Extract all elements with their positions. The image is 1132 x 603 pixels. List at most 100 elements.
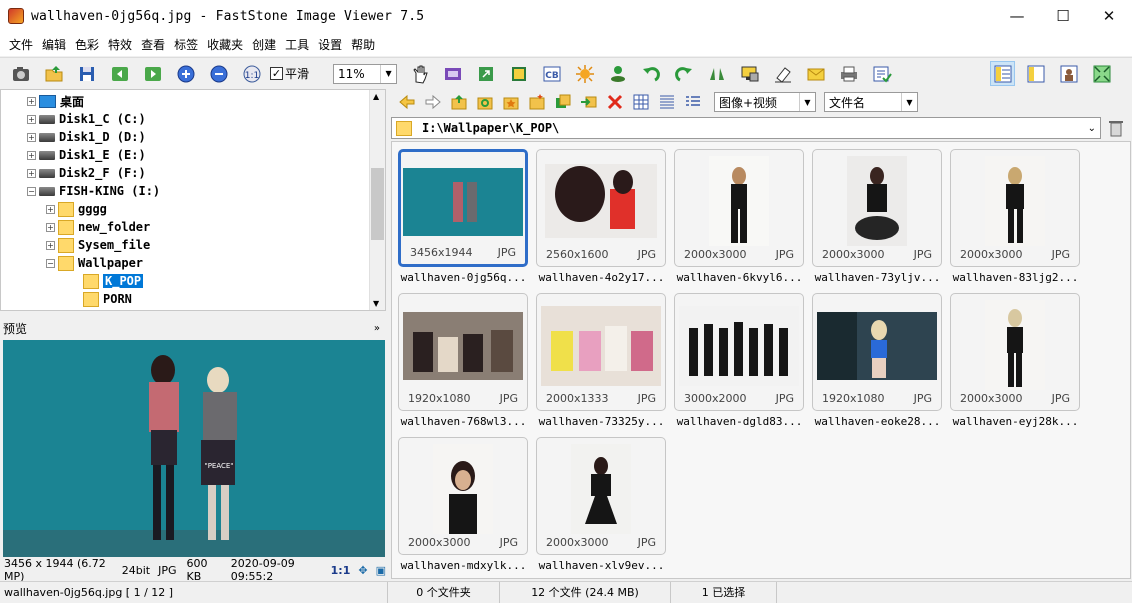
path-input[interactable]: I:\Wallpaper\K_POP\ (422, 121, 559, 135)
thumbnail-frame[interactable]: 2000x3000 JPG (812, 149, 942, 267)
email-button[interactable] (803, 61, 828, 86)
menu-view[interactable]: 查看 (138, 36, 171, 53)
tree-item-porn[interactable]: PORN (83, 290, 132, 308)
tree-scrollbar[interactable]: ▲ ▼ (369, 90, 385, 310)
actual-size-button[interactable]: 1:1 (239, 61, 264, 86)
filmstrip-button[interactable] (440, 61, 465, 86)
sort-select[interactable]: 文件名 ▼ (824, 92, 918, 112)
actual-size-ratio[interactable]: 1:1 (331, 564, 351, 577)
menu-settings[interactable]: 设置 (315, 36, 348, 53)
sharpen-button[interactable] (572, 61, 597, 86)
save-button[interactable] (74, 61, 99, 86)
smooth-checkbox-box[interactable]: ✓ (270, 67, 283, 80)
menu-effects[interactable]: 特效 (105, 36, 138, 53)
menu-favorites[interactable]: 收藏夹 (204, 36, 249, 53)
scroll-down-icon[interactable]: ▼ (373, 299, 379, 308)
collapse-icon[interactable]: − (46, 258, 55, 268)
thumbnail-frame[interactable]: 1920x1080 JPG (812, 293, 942, 411)
print-button[interactable] (836, 61, 861, 86)
contrast-brightness-button[interactable]: CB (539, 61, 564, 86)
thumbnail-frame[interactable]: 2000x3000 JPG (536, 437, 666, 555)
scroll-up-icon[interactable]: ▲ (373, 92, 379, 101)
draw-button[interactable] (770, 61, 795, 86)
tree-item-disk1-e[interactable]: + Disk1_E (E:) (27, 146, 146, 164)
thumbnail-item[interactable]: 1920x1080 JPG wallhaven-768wl3... (398, 293, 529, 435)
zoom-in-button[interactable] (173, 61, 198, 86)
view-details-button[interactable] (682, 91, 704, 113)
thumbnail-item[interactable]: 2000x3000 JPG wallhaven-mdxylk... (398, 437, 529, 579)
tree-item-new-folder[interactable]: + new_folder (46, 218, 150, 236)
hand-tool-button[interactable] (407, 61, 432, 86)
close-button[interactable]: ✕ (1086, 0, 1132, 32)
tree-item-wallpaper[interactable]: − Wallpaper (46, 254, 143, 272)
expand-icon[interactable]: + (27, 150, 36, 160)
thumbnail-item[interactable]: 2000x3000 JPG wallhaven-eyj28k... (950, 293, 1081, 435)
view-thumbnails-button[interactable] (630, 91, 652, 113)
expand-icon[interactable]: + (46, 240, 55, 250)
tree-item-disk1-c[interactable]: + Disk1_C (C:) (27, 110, 146, 128)
flip-button[interactable] (704, 61, 729, 86)
wallpaper-button[interactable] (737, 61, 762, 86)
tree-item-sysem-file[interactable]: + Sysem_file (46, 236, 150, 254)
thumbnail-frame[interactable]: 2000x3000 JPG (950, 293, 1080, 411)
forward-button[interactable] (422, 91, 444, 113)
up-folder-button[interactable] (448, 91, 470, 113)
thumbnail-item[interactable]: 3000x2000 JPG wallhaven-dgld83... (674, 293, 805, 435)
minimize-button[interactable]: — (994, 0, 1040, 32)
zoom-select[interactable]: 11% ▼ (333, 63, 398, 84)
thumbnail-item[interactable]: 3456x1944 JPG wallhaven-0jg56q... (398, 149, 529, 291)
thumbnail-frame[interactable]: 1920x1080 JPG (398, 293, 528, 411)
thumbnail-frame[interactable]: 2000x1333 JPG (536, 293, 666, 411)
maximize-button[interactable]: ☐ (1040, 0, 1086, 32)
tree-item-gggg[interactable]: + gggg (46, 200, 107, 218)
move-to-button[interactable] (578, 91, 600, 113)
clear-history-button[interactable] (1106, 118, 1126, 138)
thumbnail-item[interactable]: 1920x1080 JPG wallhaven-eoke28... (812, 293, 943, 435)
tree-item-fish-king[interactable]: − FISH-KING (I:) (27, 182, 160, 200)
zoom-out-button[interactable] (206, 61, 231, 86)
new-folder-button[interactable] (526, 91, 548, 113)
layout-browser-button[interactable] (990, 61, 1016, 86)
menu-help[interactable]: 帮助 (348, 36, 381, 53)
thumbnail-item[interactable]: 2000x3000 JPG wallhaven-73yljv... (812, 149, 943, 291)
view-mode-select[interactable]: 图像+视频 ▼ (714, 92, 816, 112)
menu-create[interactable]: 创建 (249, 36, 282, 53)
thumbnail-item[interactable]: 2000x3000 JPG wallhaven-6kvyl6... (674, 149, 805, 291)
view-list-button[interactable] (656, 91, 678, 113)
refresh-button[interactable] (474, 91, 496, 113)
expand-icon[interactable]: + (27, 96, 36, 106)
menu-file[interactable]: 文件 (6, 36, 39, 53)
delete-button[interactable] (604, 91, 626, 113)
tree-item-disk1-d[interactable]: + Disk1_D (D:) (27, 128, 146, 146)
batch-button[interactable] (869, 61, 894, 86)
path-bar[interactable]: I:\Wallpaper\K_POP\ ⌄ (391, 117, 1101, 139)
chevron-down-icon[interactable]: ⌄ (1088, 123, 1096, 134)
tree-scroll-thumb[interactable] (371, 168, 384, 240)
thumbnail-frame[interactable]: 3456x1944 JPG (398, 149, 528, 267)
acquire-camera-button[interactable] (8, 61, 33, 86)
fullscreen-button[interactable] (1089, 61, 1114, 86)
expand-icon[interactable]: + (27, 168, 36, 178)
layout-preview-button[interactable] (1023, 61, 1048, 86)
smooth-checkbox[interactable]: ✓ 平滑 (270, 65, 309, 82)
thumbnail-frame[interactable]: 2000x3000 JPG (674, 149, 804, 267)
thumbnail-frame[interactable]: 2560x1600 JPG (536, 149, 666, 267)
tree-item-disk2-f[interactable]: + Disk2_F (F:) (27, 164, 146, 182)
preview-image[interactable]: "PEACE" (3, 340, 385, 557)
menu-tags[interactable]: 标签 (171, 36, 204, 53)
thumbnail-item[interactable]: 2000x3000 JPG wallhaven-xlv9ev... (536, 437, 667, 579)
copy-to-button[interactable] (552, 91, 574, 113)
menu-tools[interactable]: 工具 (282, 36, 315, 53)
favorites-button[interactable] (500, 91, 522, 113)
effects-button[interactable] (605, 61, 630, 86)
next-image-button[interactable] (140, 61, 165, 86)
expand-icon[interactable]: + (46, 204, 55, 214)
fit-icon[interactable]: ✥ (358, 564, 367, 577)
expand-icon[interactable]: + (27, 132, 36, 142)
thumbnail-frame[interactable]: 3000x2000 JPG (674, 293, 804, 411)
collapse-chevron-icon[interactable]: » (374, 323, 380, 334)
thumbnail-item[interactable]: 2560x1600 JPG wallhaven-4o2y17... (536, 149, 667, 291)
expand-icon[interactable]: + (27, 114, 36, 124)
menu-color[interactable]: 色彩 (72, 36, 105, 53)
layout-fullimage-button[interactable] (1056, 61, 1081, 86)
